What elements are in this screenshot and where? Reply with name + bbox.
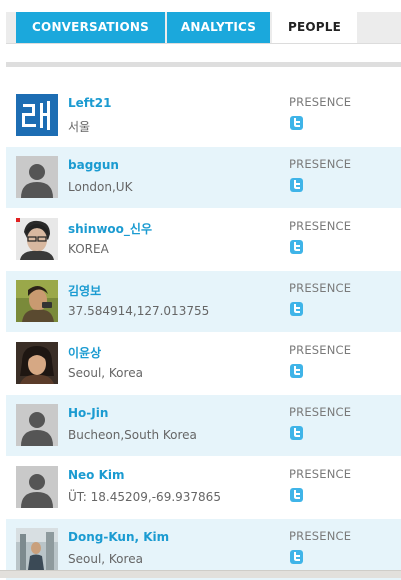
person-row[interactable]: Ho-Jin Bucheon,South Korea PRESENCE (6, 394, 401, 456)
photo-avatar[interactable] (16, 218, 58, 260)
presence-label: PRESENCE (289, 281, 352, 295)
person-location: 37.584914,127.013755 (68, 304, 210, 318)
tab-bar-divider (6, 43, 401, 44)
person-row[interactable]: Neo Kim ÜT: 18.45209,-69.937865 PRESENCE (6, 456, 401, 518)
person-row[interactable]: 이윤상 Seoul, Korea PRESENCE (6, 332, 401, 394)
person-name[interactable]: baggun (68, 158, 119, 172)
default-avatar[interactable] (16, 404, 58, 446)
person-location: ÜT: 18.45209,-69.937865 (68, 490, 221, 504)
photo-avatar[interactable] (16, 528, 58, 570)
presence-label: PRESENCE (289, 219, 352, 233)
twitter-icon[interactable] (290, 488, 303, 502)
presence-label: PRESENCE (289, 95, 352, 109)
tab-conversations[interactable]: CONVERSATIONS (16, 12, 165, 43)
presence-label: PRESENCE (289, 157, 352, 171)
presence-label: PRESENCE (289, 529, 352, 543)
person-name[interactable]: 이윤상 (68, 344, 101, 361)
person-location: 서울 (68, 120, 91, 134)
twitter-icon[interactable] (290, 240, 303, 254)
presence-label: PRESENCE (289, 405, 352, 419)
tab-people[interactable]: PEOPLE (272, 12, 357, 43)
person-name[interactable]: Neo Kim (68, 468, 125, 482)
twitter-icon[interactable] (290, 302, 303, 316)
person-name[interactable]: Dong-Kun, Kim (68, 530, 169, 544)
twitter-icon[interactable] (290, 116, 303, 130)
person-row[interactable]: shinwoo_신우 KOREA PRESENCE (6, 208, 401, 270)
person-location: Seoul, Korea (68, 366, 143, 380)
twitter-icon[interactable] (290, 364, 303, 378)
person-row[interactable]: 김영보 37.584914,127.013755 PRESENCE (6, 270, 401, 332)
person-name[interactable]: Ho-Jin (68, 406, 108, 420)
presence-label: PRESENCE (289, 467, 352, 481)
section-divider (6, 62, 401, 67)
twitter-icon[interactable] (290, 178, 303, 192)
person-row[interactable]: Left21 서울 PRESENCE (6, 84, 401, 146)
person-location: KOREA (68, 242, 109, 256)
photo-avatar[interactable] (16, 280, 58, 322)
photo-avatar[interactable] (16, 342, 58, 384)
default-avatar[interactable] (16, 466, 58, 508)
twitter-icon[interactable] (290, 426, 303, 440)
logo-avatar[interactable] (16, 94, 58, 136)
person-name[interactable]: Left21 (68, 96, 111, 110)
person-location: London,UK (68, 180, 133, 194)
presence-label: PRESENCE (289, 343, 352, 357)
person-name[interactable]: shinwoo_신우 (68, 220, 152, 237)
person-row[interactable]: baggun London,UK PRESENCE (6, 146, 401, 208)
person-location: Bucheon,South Korea (68, 428, 197, 442)
twitter-icon[interactable] (290, 550, 303, 564)
default-avatar[interactable] (16, 156, 58, 198)
tab-analytics[interactable]: ANALYTICS (167, 12, 270, 43)
person-name[interactable]: 김영보 (68, 282, 101, 299)
person-location: Seoul, Korea (68, 552, 143, 566)
people-list: Left21 서울 PRESENCE baggun London,UK PRES… (6, 84, 401, 580)
tab-bar: CONVERSATIONS ANALYTICS PEOPLE (6, 12, 401, 43)
